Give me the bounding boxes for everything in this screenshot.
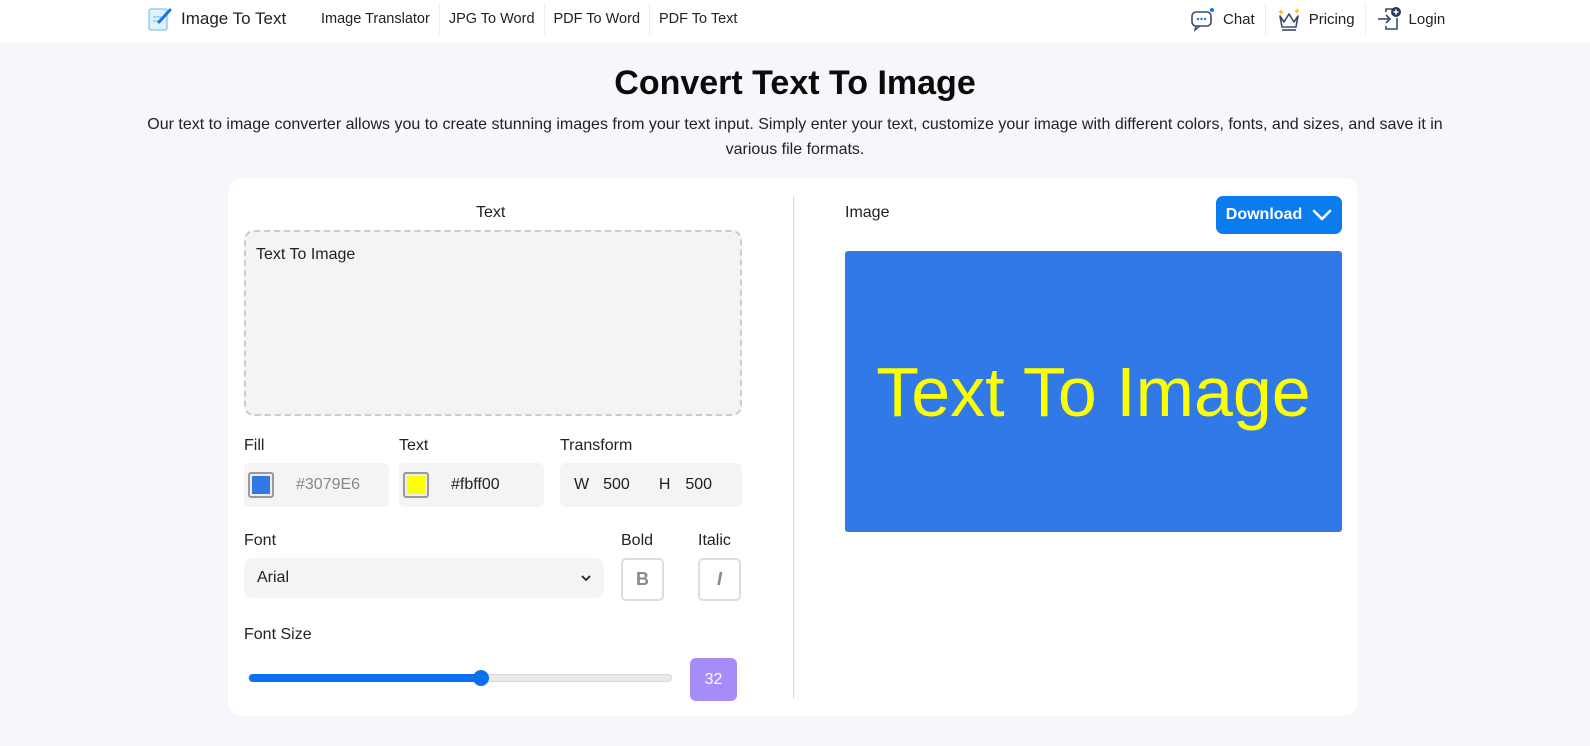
- logo[interactable]: Image To Text: [147, 6, 286, 32]
- font-size-label: Font Size: [244, 626, 312, 643]
- image-label: Image: [845, 204, 890, 221]
- nav-link-pdf-to-word[interactable]: PDF To Word: [545, 3, 651, 35]
- text-label: Text: [476, 204, 506, 221]
- bold-toggle[interactable]: B: [621, 558, 664, 601]
- text-input[interactable]: Text To Image: [244, 230, 742, 416]
- transform-field: W 500 H 500: [560, 463, 742, 507]
- nav-links: Image Translator JPG To Word PDF To Word…: [312, 0, 746, 38]
- panel-divider: [793, 196, 794, 699]
- text-color-value[interactable]: #fbff00: [451, 476, 500, 494]
- nav-pricing-label: Pricing: [1308, 10, 1355, 28]
- nav-link-image-translator[interactable]: Image Translator: [312, 3, 440, 35]
- download-label: Download: [1225, 206, 1303, 223]
- page-subtitle: Our text to image converter allows you t…: [147, 116, 1443, 158]
- transform-label: Transform: [560, 437, 633, 454]
- download-button[interactable]: Download: [1216, 196, 1342, 234]
- page-title: Convert Text To Image: [614, 64, 976, 102]
- italic-toggle[interactable]: I: [698, 558, 741, 601]
- width-input[interactable]: 500: [603, 476, 630, 494]
- nav-right: Chat Pricing Login: [1180, 0, 1455, 38]
- fill-color-swatch[interactable]: [248, 472, 274, 498]
- fill-label: Fill: [244, 437, 265, 454]
- nav-login-label: Login: [1408, 10, 1446, 28]
- font-select-value: Arial: [257, 569, 290, 586]
- bold-label: Bold: [621, 532, 654, 549]
- nav-chat-label: Chat: [1223, 10, 1255, 28]
- font-size-value: 32: [690, 658, 737, 701]
- font-label: Font: [244, 532, 277, 549]
- font-size-slider-fill: [249, 674, 482, 682]
- login-icon: [1377, 7, 1401, 30]
- text-color-field[interactable]: #fbff00: [399, 463, 544, 507]
- font-select[interactable]: Arial: [244, 558, 604, 598]
- width-label: W: [574, 476, 590, 493]
- nav-chat[interactable]: Chat: [1180, 3, 1266, 35]
- image-preview: Text To Image: [845, 251, 1342, 532]
- italic-label: Italic: [698, 532, 731, 549]
- nav-login[interactable]: Login: [1366, 3, 1456, 35]
- top-nav: Image To Text Image Translator JPG To Wo…: [0, 0, 1590, 42]
- chat-icon: [1191, 8, 1214, 32]
- chevron-down-icon: [1312, 209, 1332, 221]
- fill-color-value[interactable]: #3079E6: [296, 476, 360, 494]
- chevron-down-icon: [581, 575, 591, 582]
- height-label: H: [658, 476, 671, 493]
- logo-text: Image To Text: [181, 9, 287, 28]
- nav-link-jpg-to-word[interactable]: JPG To Word: [440, 3, 545, 35]
- crown-icon: [1277, 8, 1300, 31]
- text-color-swatch[interactable]: [403, 472, 429, 498]
- notepad-pen-icon: [148, 8, 172, 31]
- nav-pricing[interactable]: Pricing: [1266, 3, 1366, 35]
- fill-color-field[interactable]: #3079E6: [244, 463, 389, 507]
- font-size-slider-thumb[interactable]: [473, 670, 490, 686]
- nav-link-pdf-to-text[interactable]: PDF To Text: [650, 3, 746, 35]
- image-preview-text: Text To Image: [876, 352, 1311, 431]
- text-color-label: Text: [399, 437, 429, 454]
- height-input[interactable]: 500: [685, 476, 712, 494]
- font-size-slider[interactable]: [248, 670, 672, 686]
